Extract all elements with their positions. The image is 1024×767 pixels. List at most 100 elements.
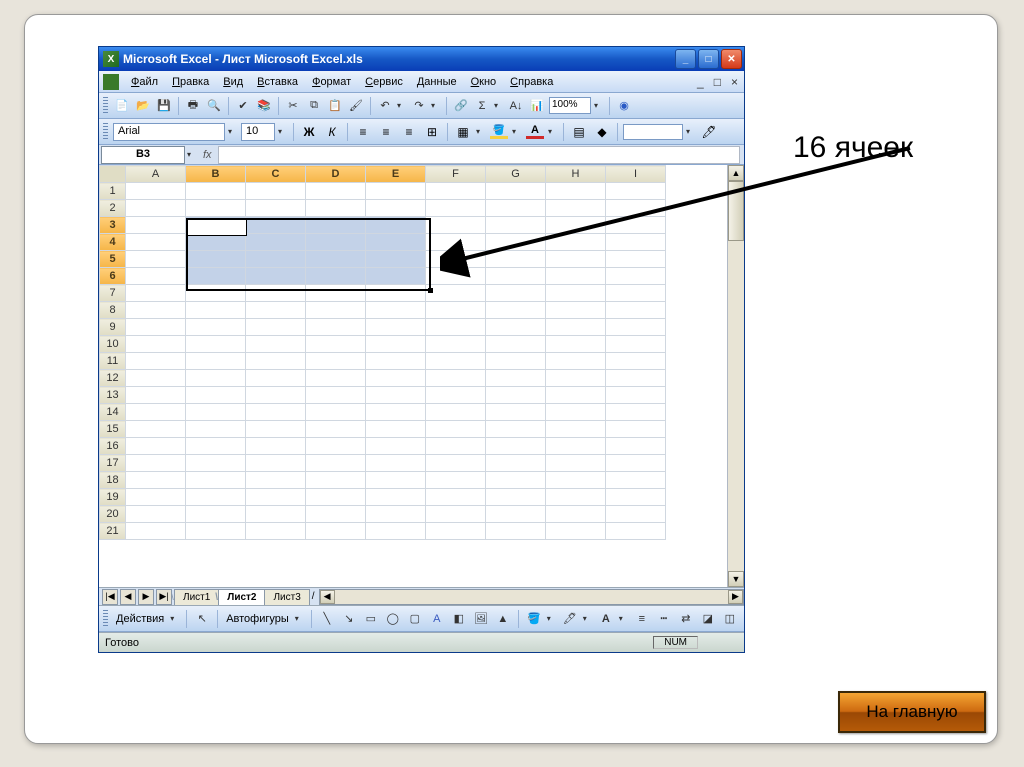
row-header-21[interactable]: 21 <box>100 523 126 540</box>
cell-A3[interactable] <box>126 217 186 234</box>
cell-H7[interactable] <box>546 285 606 302</box>
maximize-button[interactable]: □ <box>698 49 719 69</box>
cell-E15[interactable] <box>366 421 426 438</box>
cell-A10[interactable] <box>126 336 186 353</box>
cell-C15[interactable] <box>246 421 306 438</box>
cell-A17[interactable] <box>126 455 186 472</box>
cell-F3[interactable] <box>426 217 486 234</box>
cell-E17[interactable] <box>366 455 426 472</box>
cell-F17[interactable] <box>426 455 486 472</box>
cell-H17[interactable] <box>546 455 606 472</box>
row-header-20[interactable]: 20 <box>100 506 126 523</box>
scroll-thumb[interactable] <box>728 181 744 241</box>
horizontal-scrollbar[interactable]: ◀ ▶ <box>319 589 744 605</box>
cell-D11[interactable] <box>306 353 366 370</box>
cell-B2[interactable] <box>186 200 246 217</box>
formula-input[interactable] <box>218 146 740 164</box>
cell-A5[interactable] <box>126 251 186 268</box>
cell-F18[interactable] <box>426 472 486 489</box>
cell-B8[interactable] <box>186 302 246 319</box>
cell-I14[interactable] <box>606 404 666 421</box>
bold-button[interactable]: Ж <box>299 123 319 141</box>
col-header-F[interactable]: F <box>426 166 486 183</box>
cell-C20[interactable] <box>246 506 306 523</box>
sheet-tab-Лист3[interactable]: Лист3 <box>264 589 309 605</box>
extra-tool1-icon[interactable]: ▤ <box>569 123 589 141</box>
cell-C2[interactable] <box>246 200 306 217</box>
cell-H18[interactable] <box>546 472 606 489</box>
scroll-down-icon[interactable]: ▼ <box>728 571 744 587</box>
dash-icon[interactable]: ┅ <box>655 610 673 628</box>
row-header-10[interactable]: 10 <box>100 336 126 353</box>
cell-A16[interactable] <box>126 438 186 455</box>
font-color2-icon[interactable]: A <box>597 610 615 628</box>
fmt-grip[interactable] <box>103 123 108 141</box>
menu-Вид[interactable]: Вид <box>217 74 249 90</box>
cell-C8[interactable] <box>246 302 306 319</box>
cell-D18[interactable] <box>306 472 366 489</box>
cell-G6[interactable] <box>486 268 546 285</box>
cell-B13[interactable] <box>186 387 246 404</box>
row-header-11[interactable]: 11 <box>100 353 126 370</box>
cell-E20[interactable] <box>366 506 426 523</box>
menu-Окно[interactable]: Окно <box>465 74 503 90</box>
cell-D12[interactable] <box>306 370 366 387</box>
sheet-nav-0[interactable]: |◀ <box>102 589 118 605</box>
brush2-icon[interactable]: 🖊 <box>699 123 719 141</box>
research-icon[interactable]: 📚 <box>255 97 273 115</box>
open-icon[interactable]: 📂 <box>134 97 152 115</box>
cell-G20[interactable] <box>486 506 546 523</box>
cell-B18[interactable] <box>186 472 246 489</box>
arrow-style-icon[interactable]: ⇄ <box>677 610 695 628</box>
cell-F5[interactable] <box>426 251 486 268</box>
cell-G11[interactable] <box>486 353 546 370</box>
cell-I3[interactable] <box>606 217 666 234</box>
cell-C3[interactable] <box>246 217 306 234</box>
cell-C19[interactable] <box>246 489 306 506</box>
undo-icon[interactable]: ↶ <box>376 97 394 115</box>
cell-F11[interactable] <box>426 353 486 370</box>
cell-B11[interactable] <box>186 353 246 370</box>
italic-button[interactable]: К <box>322 123 342 141</box>
autosum-drop[interactable]: ▾ <box>494 101 504 110</box>
cell-G21[interactable] <box>486 523 546 540</box>
cell-C10[interactable] <box>246 336 306 353</box>
cell-E16[interactable] <box>366 438 426 455</box>
cell-G14[interactable] <box>486 404 546 421</box>
cell-F2[interactable] <box>426 200 486 217</box>
cell-E4[interactable] <box>366 234 426 251</box>
cell-B9[interactable] <box>186 319 246 336</box>
row-header-9[interactable]: 9 <box>100 319 126 336</box>
cell-C13[interactable] <box>246 387 306 404</box>
new-icon[interactable]: 📄 <box>113 97 131 115</box>
cell-C7[interactable] <box>246 285 306 302</box>
fill-drop[interactable]: ▾ <box>512 127 522 136</box>
row-header-12[interactable]: 12 <box>100 370 126 387</box>
cell-H13[interactable] <box>546 387 606 404</box>
redo-icon[interactable]: ↷ <box>410 97 428 115</box>
diagram-icon[interactable]: ◧ <box>450 610 468 628</box>
merge-icon[interactable]: ⊞ <box>422 123 442 141</box>
cell-B16[interactable] <box>186 438 246 455</box>
menu-Справка[interactable]: Справка <box>504 74 559 90</box>
cell-B3[interactable] <box>186 217 246 234</box>
sheet-tab-Лист2[interactable]: Лист2 <box>218 589 265 605</box>
cell-D5[interactable] <box>306 251 366 268</box>
cell-G16[interactable] <box>486 438 546 455</box>
cell-G19[interactable] <box>486 489 546 506</box>
cell-B15[interactable] <box>186 421 246 438</box>
row-header-1[interactable]: 1 <box>100 183 126 200</box>
cell-I2[interactable] <box>606 200 666 217</box>
align-left-icon[interactable]: ≡ <box>353 123 373 141</box>
draw-grip[interactable] <box>103 610 108 628</box>
cell-D10[interactable] <box>306 336 366 353</box>
cell-B12[interactable] <box>186 370 246 387</box>
font-color-icon[interactable]: A <box>525 123 545 141</box>
cell-B21[interactable] <box>186 523 246 540</box>
cell-B5[interactable] <box>186 251 246 268</box>
cell-I6[interactable] <box>606 268 666 285</box>
cell-F8[interactable] <box>426 302 486 319</box>
cell-I21[interactable] <box>606 523 666 540</box>
close-button[interactable]: ✕ <box>721 49 742 69</box>
font-name-box[interactable]: Arial <box>113 123 225 141</box>
